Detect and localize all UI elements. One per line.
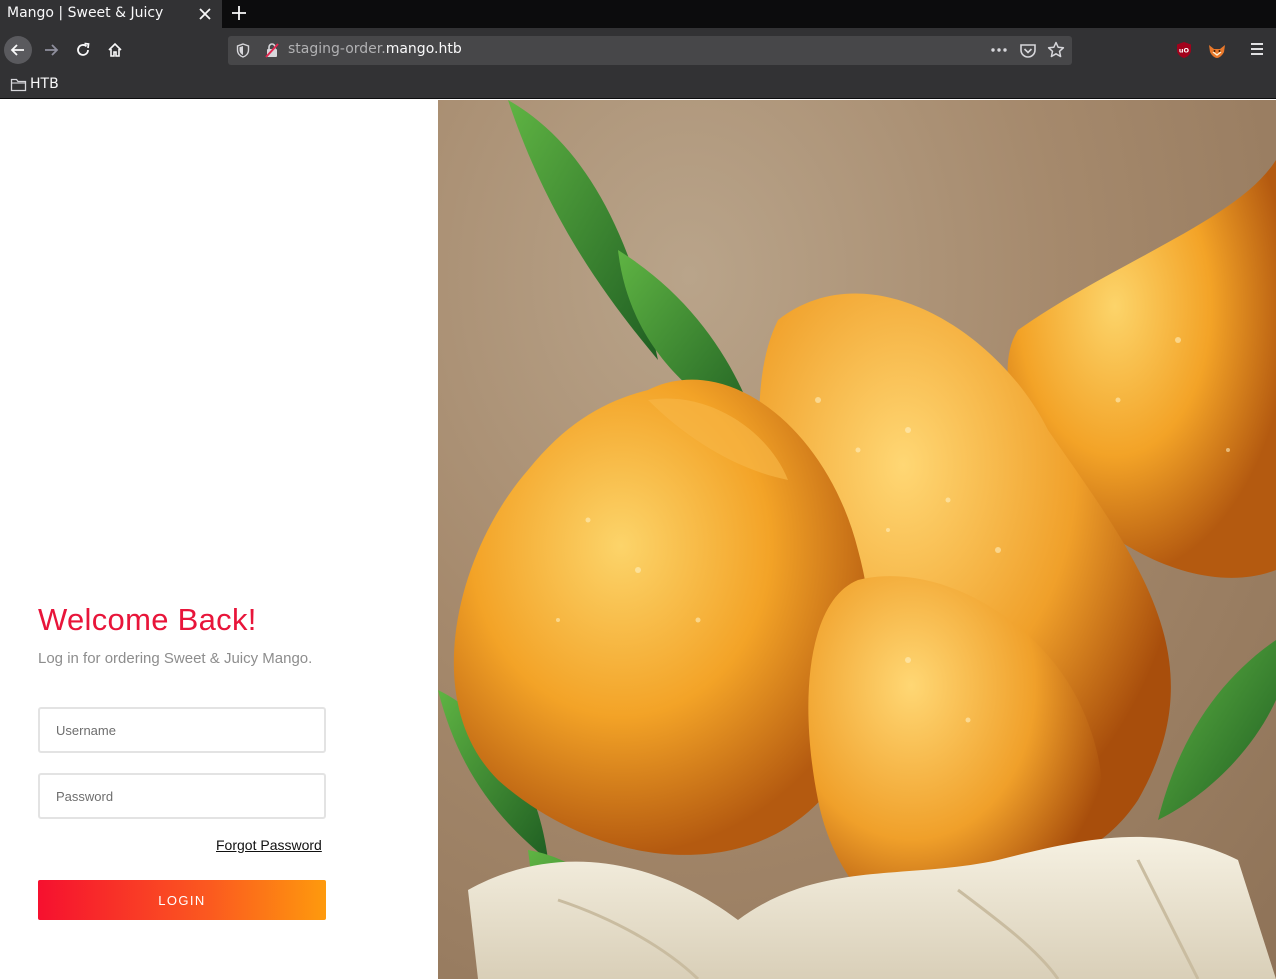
hamburger-menu-icon[interactable]	[1249, 42, 1265, 56]
url-subdomain: staging-order.	[288, 41, 386, 57]
forward-arrow-icon	[45, 44, 59, 56]
login-subtitle: Log in for ordering Sweet & Juicy Mango.	[38, 650, 313, 667]
password-input[interactable]	[40, 775, 324, 817]
ublock-extension-icon[interactable]: uO	[1175, 41, 1193, 59]
browser-tab-active[interactable]: Mango | Sweet & Juicy	[0, 0, 222, 28]
reload-icon	[77, 42, 90, 56]
bookmark-star-icon[interactable]	[1047, 41, 1065, 59]
new-tab-icon[interactable]	[230, 4, 248, 22]
bookmarks-toolbar: HTB	[0, 71, 1276, 99]
url-domain: mango.htb	[385, 41, 462, 57]
back-button[interactable]	[4, 36, 32, 64]
close-tab-icon[interactable]	[197, 6, 213, 22]
forgot-password-link[interactable]: Forgot Password	[216, 837, 322, 853]
foxyproxy-extension-icon[interactable]	[1207, 40, 1227, 60]
password-field	[38, 773, 326, 819]
url-text: staging-order.mango.htb	[288, 41, 462, 57]
mango-photo	[438, 100, 1276, 979]
home-button[interactable]	[101, 36, 129, 64]
navigation-toolbar: staging-order.mango.htb uO	[0, 28, 1276, 71]
mango-hero-image	[438, 100, 1276, 979]
back-arrow-icon	[10, 44, 24, 56]
insecure-lock-icon[interactable]	[264, 42, 280, 59]
tab-title: Mango | Sweet & Juicy	[7, 5, 164, 21]
tab-strip: Mango | Sweet & Juicy	[0, 0, 1276, 28]
welcome-heading: Welcome Back!	[38, 602, 257, 637]
tracking-shield-icon[interactable]	[236, 43, 250, 58]
pocket-icon[interactable]	[1019, 42, 1037, 59]
page-actions-icon[interactable]	[990, 42, 1008, 58]
page-content: Welcome Back! Log in for ordering Sweet …	[0, 100, 1276, 979]
address-bar[interactable]: staging-order.mango.htb	[228, 36, 1072, 65]
username-field	[38, 707, 326, 753]
login-panel: Welcome Back! Log in for ordering Sweet …	[0, 100, 438, 979]
reload-button[interactable]	[69, 36, 97, 64]
bookmark-folder-htb[interactable]: HTB	[30, 76, 59, 92]
folder-icon	[10, 78, 27, 92]
svg-text:uO: uO	[1179, 47, 1190, 55]
forward-button[interactable]	[37, 36, 65, 64]
username-input[interactable]	[40, 709, 324, 751]
login-button[interactable]: LOGIN	[38, 880, 326, 920]
home-icon	[108, 42, 122, 57]
